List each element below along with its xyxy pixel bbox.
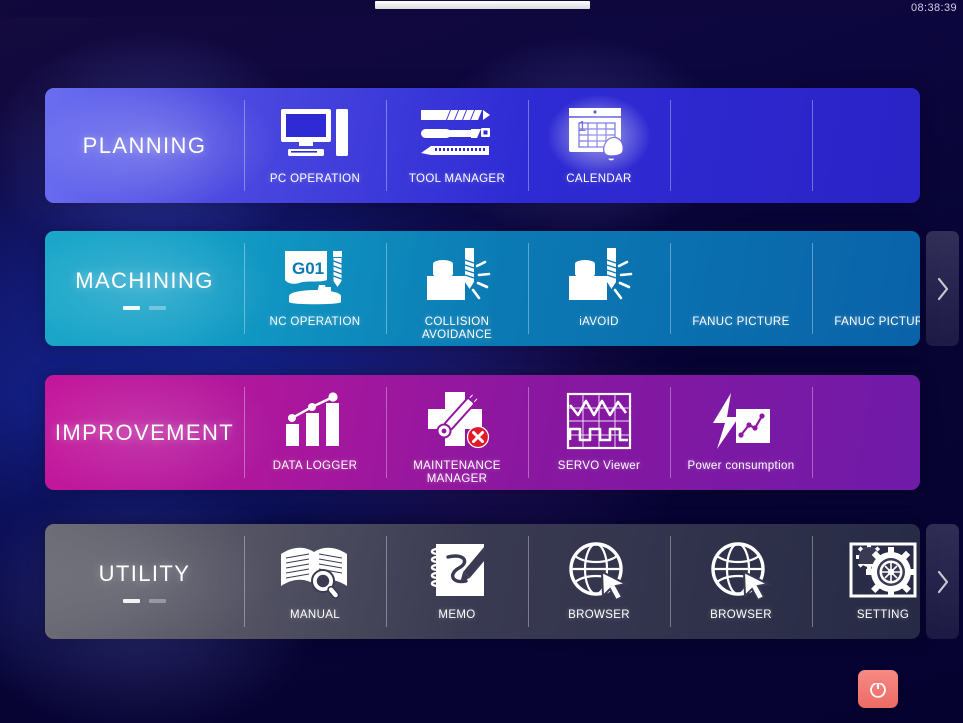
tile-strip-planning: PC OPERATION TOOL MANAGER 1 CALENDAR — [244, 88, 920, 203]
tile-utility-browser[interactable]: BROWSER — [670, 524, 812, 639]
tile-label: BROWSER — [568, 609, 630, 621]
category-row-planning: PLANNING PC OPERATION TOOL MANAGER 1 CAL… — [45, 88, 920, 203]
tile-label: BROWSER — [710, 609, 772, 621]
calendar-bell-icon: 1 — [528, 101, 670, 167]
monitor-icon — [244, 101, 386, 167]
oscilloscope-icon — [528, 388, 670, 454]
category-title: UTILITY — [98, 560, 191, 586]
globe-cursor-icon — [528, 537, 670, 603]
tile-planning-calendar[interactable]: 1 CALENDAR — [522, 88, 676, 203]
cutting-tools-icon — [386, 101, 528, 167]
tile-label: MEMO — [438, 609, 476, 621]
tile-label: Power consumption — [687, 460, 795, 472]
category-row-machining: MACHINING G01 NC OPERATION COLLISION AVO… — [45, 231, 920, 346]
tile-strip-utility: MANUAL MEMO BROWSER BROWSER SETTING — [244, 524, 920, 639]
tile-label: TOOL MANAGER — [408, 173, 506, 185]
tile-machining-iavoid[interactable]: iAVOID — [528, 231, 670, 346]
clock: 08:38:39 — [910, 2, 957, 14]
page-indicator — [123, 598, 166, 603]
tile-machining-collision-avoidance[interactable]: COLLISION AVOIDANCE — [386, 231, 528, 346]
category-label-block-utility: UTILITY — [45, 524, 244, 639]
tile-label: SERVO Viewer — [557, 460, 641, 472]
no-icon — [812, 388, 920, 454]
notepad-pencil-icon — [386, 537, 528, 603]
g01-program-icon: G01 — [244, 244, 386, 310]
tile-utility-browser[interactable]: BROWSER — [528, 524, 670, 639]
chevron-right-icon — [937, 277, 948, 300]
tile-improvement-maintenance-manager[interactable]: MAINTENANCE MANAGER — [386, 375, 528, 490]
tile-improvement-power-consumption[interactable]: Power consumption — [670, 375, 812, 490]
category-title: IMPROVEMENT — [54, 419, 235, 445]
top-status-bar: 08:38:39 — [0, 0, 963, 17]
next-page-button-machining[interactable] — [926, 231, 959, 346]
page-dot-1[interactable] — [149, 598, 166, 603]
category-label-block-machining: MACHINING — [45, 231, 244, 346]
tile-label: NC OPERATION — [269, 316, 361, 328]
tile-machining-fanuc-picture[interactable]: FANUC PICTURE — [812, 231, 920, 346]
tile-utility-manual[interactable]: MANUAL — [244, 524, 386, 639]
book-search-icon — [244, 537, 386, 603]
globe-cursor-icon — [670, 537, 812, 603]
power-icon — [870, 680, 886, 698]
avoid-drill-icon — [528, 244, 670, 310]
no-icon — [812, 101, 920, 167]
next-page-button-utility[interactable] — [926, 524, 959, 639]
wrench-cross-error-icon — [386, 388, 528, 454]
collision-drill-icon — [386, 244, 528, 310]
tile-utility-memo[interactable]: MEMO — [386, 524, 528, 639]
tile-label: CALENDAR — [566, 173, 632, 185]
tile-label: COLLISION AVOIDANCE — [421, 316, 493, 341]
page-indicator — [123, 305, 166, 310]
tile-improvement-servo-viewer[interactable]: SERVO Viewer — [528, 375, 670, 490]
tile-label: MANUAL — [289, 609, 341, 621]
category-title: MACHINING — [75, 267, 214, 293]
tile-planning-empty-4 — [812, 88, 920, 203]
no-icon — [670, 244, 812, 310]
category-label-block-improvement: IMPROVEMENT — [45, 375, 244, 490]
tile-label: SETTING — [856, 609, 910, 621]
tile-label: FANUC PICTURE — [834, 316, 920, 328]
svg-text:G01: G01 — [292, 259, 324, 278]
power-button[interactable] — [858, 670, 898, 708]
tile-strip-machining: G01 NC OPERATION COLLISION AVOIDANCE iAV… — [244, 231, 920, 346]
tile-planning-pc-operation[interactable]: PC OPERATION — [244, 88, 386, 203]
top-progress-bar — [375, 1, 590, 9]
tile-label: iAVOID — [579, 316, 619, 328]
tile-machining-fanuc-picture[interactable]: FANUC PICTURE — [670, 231, 812, 346]
no-icon — [670, 101, 812, 167]
tile-planning-empty-3 — [670, 88, 812, 203]
tile-improvement-data-logger[interactable]: DATA LOGGER — [244, 375, 386, 490]
tile-planning-tool-manager[interactable]: TOOL MANAGER — [386, 88, 528, 203]
page-dot-0[interactable] — [123, 598, 140, 603]
page-dot-0[interactable] — [123, 305, 140, 310]
tile-label: PC OPERATION — [269, 173, 361, 185]
gears-frame-icon — [812, 537, 920, 603]
category-label-block-planning: PLANNING — [45, 88, 244, 203]
category-title: PLANNING — [82, 132, 207, 158]
bar-chart-trend-icon — [244, 388, 386, 454]
category-row-utility: UTILITY MANUAL MEMO BROWSER BROWSER SETT… — [45, 524, 920, 639]
category-row-improvement: IMPROVEMENT DATA LOGGER MAINTENANCE MANA… — [45, 375, 920, 490]
chevron-right-icon — [937, 570, 948, 593]
tile-label: MAINTENANCE MANAGER — [413, 460, 501, 485]
tile-machining-nc-operation[interactable]: G01 NC OPERATION — [244, 231, 386, 346]
tile-label: DATA LOGGER — [272, 460, 358, 472]
no-icon — [812, 244, 920, 310]
page-dot-1[interactable] — [149, 305, 166, 310]
tile-improvement-empty-4 — [812, 375, 920, 490]
power-chart-icon — [670, 388, 812, 454]
tile-label: FANUC PICTURE — [692, 316, 790, 328]
tile-strip-improvement: DATA LOGGER MAINTENANCE MANAGER SERVO Vi… — [244, 375, 920, 490]
tile-utility-setting[interactable]: SETTING — [812, 524, 920, 639]
